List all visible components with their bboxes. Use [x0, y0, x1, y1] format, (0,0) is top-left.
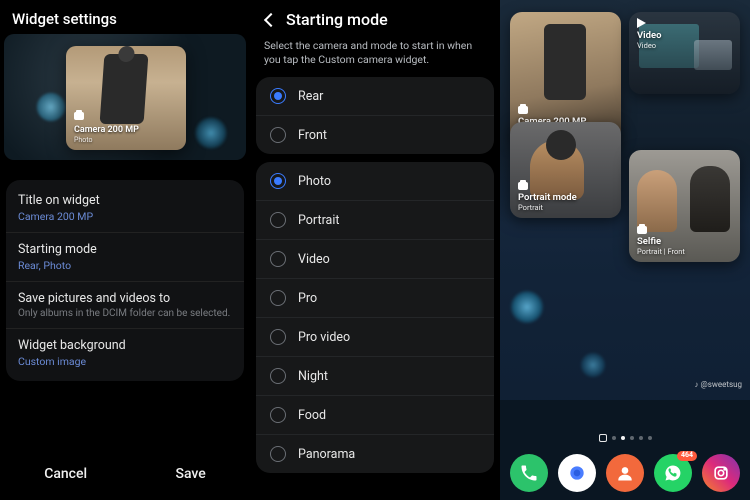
radio-label: Panorama: [298, 447, 355, 462]
radio-portrait[interactable]: Portrait: [256, 200, 494, 239]
radio-rear[interactable]: Rear: [256, 77, 494, 115]
radio-label: Pro video: [298, 330, 350, 345]
widget-preview-card: Camera 200 MP Photo: [66, 46, 186, 150]
setting-value: Custom image: [18, 355, 232, 368]
page-dot: [639, 436, 643, 440]
radio-icon: [270, 88, 286, 104]
radio-icon: [270, 251, 286, 267]
page-indicator[interactable]: [500, 436, 750, 442]
setting-value: Camera 200 MP: [18, 210, 232, 223]
wallpaper-bokeh: [580, 352, 606, 378]
camera-icon: [518, 182, 528, 190]
camera-icon: [74, 112, 84, 120]
setting-starting-mode[interactable]: Starting mode Rear, Photo: [6, 232, 244, 281]
radio-pro-video[interactable]: Pro video: [256, 317, 494, 356]
setting-hint: Only albums in the DCIM folder can be se…: [18, 308, 232, 319]
radio-label: Front: [298, 128, 327, 143]
radio-label: Photo: [298, 174, 331, 189]
radio-video[interactable]: Video: [256, 239, 494, 278]
camera-widget-selfie[interactable]: Selfie Portrait | Front: [629, 150, 740, 262]
radio-label: Rear: [298, 89, 323, 104]
setting-title-on-widget[interactable]: Title on widget Camera 200 MP: [6, 184, 244, 232]
camera-icon: [518, 106, 528, 114]
page-dot: [621, 436, 625, 440]
radio-icon: [270, 329, 286, 345]
widget-preview-subtitle: Photo: [74, 136, 139, 144]
page-description: Select the camera and mode to start in w…: [250, 33, 500, 77]
instagram-app-icon[interactable]: [702, 454, 740, 492]
radio-label: Video: [298, 252, 330, 267]
widget-preview: Camera 200 MP Photo: [4, 34, 246, 160]
radio-label: Night: [298, 369, 328, 384]
widgets-grid: Camera 200 MP Photo Video Video Portrait…: [510, 12, 740, 262]
radio-label: Pro: [298, 291, 317, 306]
radio-icon: [270, 127, 286, 143]
radio-food[interactable]: Food: [256, 395, 494, 434]
page-dot: [648, 436, 652, 440]
radio-icon: [270, 173, 286, 189]
setting-widget-background[interactable]: Widget background Custom image: [6, 328, 244, 377]
setting-label: Save pictures and videos to: [18, 291, 232, 306]
radio-night[interactable]: Night: [256, 356, 494, 395]
save-button[interactable]: Save: [175, 466, 205, 482]
notification-badge: 464: [677, 451, 697, 461]
home-screen-pane: Camera 200 MP Photo Video Video Portrait…: [500, 0, 750, 500]
setting-label: Title on widget: [18, 193, 232, 208]
contacts-app-icon[interactable]: [606, 454, 644, 492]
action-bar: Cancel Save: [0, 466, 250, 482]
page-title: Starting mode: [286, 10, 388, 29]
phone-app-icon[interactable]: [510, 454, 548, 492]
camera-widget-video[interactable]: Video Video: [629, 12, 740, 94]
setting-label: Widget background: [18, 338, 232, 353]
radio-icon: [270, 368, 286, 384]
radio-pro[interactable]: Pro: [256, 278, 494, 317]
radio-panorama[interactable]: Panorama: [256, 434, 494, 473]
chat-app-icon[interactable]: [558, 454, 596, 492]
setting-save-location[interactable]: Save pictures and videos to Only albums …: [6, 281, 244, 328]
widget-subtitle: Video: [637, 41, 661, 50]
widget-title: Selfie: [637, 237, 685, 247]
radio-photo[interactable]: Photo: [256, 162, 494, 200]
page-dot: [612, 436, 616, 440]
setting-label: Starting mode: [18, 242, 232, 257]
page-dot: [630, 436, 634, 440]
watermark-handle: ♪ @sweetsug: [695, 380, 742, 389]
camera-icon: [637, 226, 647, 234]
whatsapp-app-icon[interactable]: 464: [654, 454, 692, 492]
camera-widget-portrait[interactable]: Portrait mode Portrait: [510, 122, 621, 218]
page-title: Widget settings: [0, 0, 250, 34]
widget-settings-pane: Widget settings Camera 200 MP Photo Titl…: [0, 0, 250, 500]
widget-title: Video: [637, 31, 661, 41]
camera-facing-group: Rear Front: [256, 77, 494, 154]
dock: 464: [500, 454, 750, 492]
wallpaper-bokeh: [510, 290, 544, 324]
widget-preview-title: Camera 200 MP: [74, 126, 139, 136]
radio-icon: [270, 407, 286, 423]
radio-icon: [270, 212, 286, 228]
home-page-dot: [599, 434, 607, 442]
setting-value: Rear, Photo: [18, 259, 232, 272]
radio-label: Portrait: [298, 213, 340, 228]
camera-mode-group: Photo Portrait Video Pro Pro video Night…: [256, 162, 494, 473]
radio-front[interactable]: Front: [256, 115, 494, 154]
widget-subtitle: Portrait | Front: [637, 247, 685, 256]
cancel-button[interactable]: Cancel: [44, 466, 87, 482]
radio-icon: [270, 446, 286, 462]
settings-list: Title on widget Camera 200 MP Starting m…: [6, 180, 244, 381]
starting-mode-pane: Starting mode Select the camera and mode…: [250, 0, 500, 500]
video-icon: [637, 18, 646, 28]
widget-title: Portrait mode: [518, 193, 577, 203]
radio-label: Food: [298, 408, 326, 423]
back-icon[interactable]: [264, 12, 278, 26]
widget-subtitle: Portrait: [518, 203, 577, 212]
radio-icon: [270, 290, 286, 306]
